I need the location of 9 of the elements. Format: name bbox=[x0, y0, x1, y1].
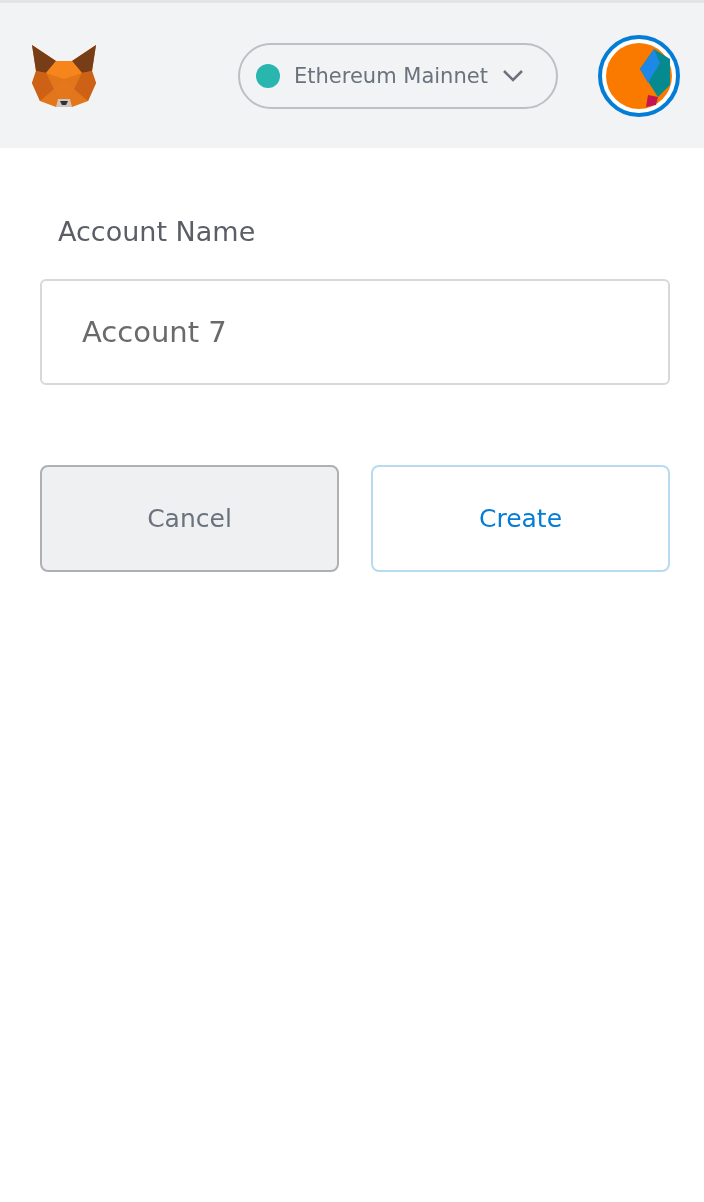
cancel-button[interactable]: Cancel bbox=[40, 465, 339, 572]
fox-logo-icon bbox=[30, 42, 98, 109]
network-status-dot bbox=[256, 63, 280, 88]
account-avatar-icon[interactable] bbox=[598, 34, 680, 117]
network-selector[interactable]: Ethereum Mainnet bbox=[238, 42, 558, 109]
create-button[interactable]: Create bbox=[371, 465, 670, 572]
account-name-field[interactable]: Account 7 bbox=[40, 279, 670, 385]
field-label: Account Name bbox=[58, 216, 257, 247]
chevron-down-icon bbox=[501, 68, 524, 83]
